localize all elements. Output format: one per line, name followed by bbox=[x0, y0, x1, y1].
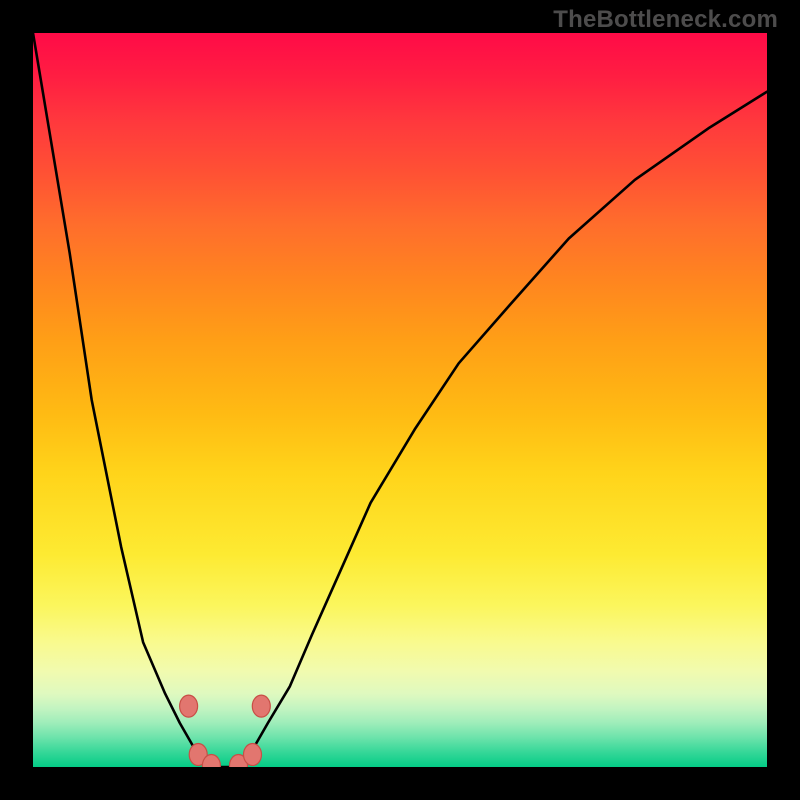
plot-region bbox=[33, 33, 767, 767]
curve-dot bbox=[252, 695, 270, 717]
curve-dot bbox=[180, 695, 198, 717]
bottleneck-curve bbox=[33, 33, 767, 767]
attribution-watermark: TheBottleneck.com bbox=[553, 6, 778, 34]
chart-stage: TheBottleneck.com bbox=[0, 0, 800, 800]
curve-path bbox=[33, 33, 767, 767]
dot-layer bbox=[180, 695, 271, 767]
curve-dot bbox=[244, 744, 262, 766]
